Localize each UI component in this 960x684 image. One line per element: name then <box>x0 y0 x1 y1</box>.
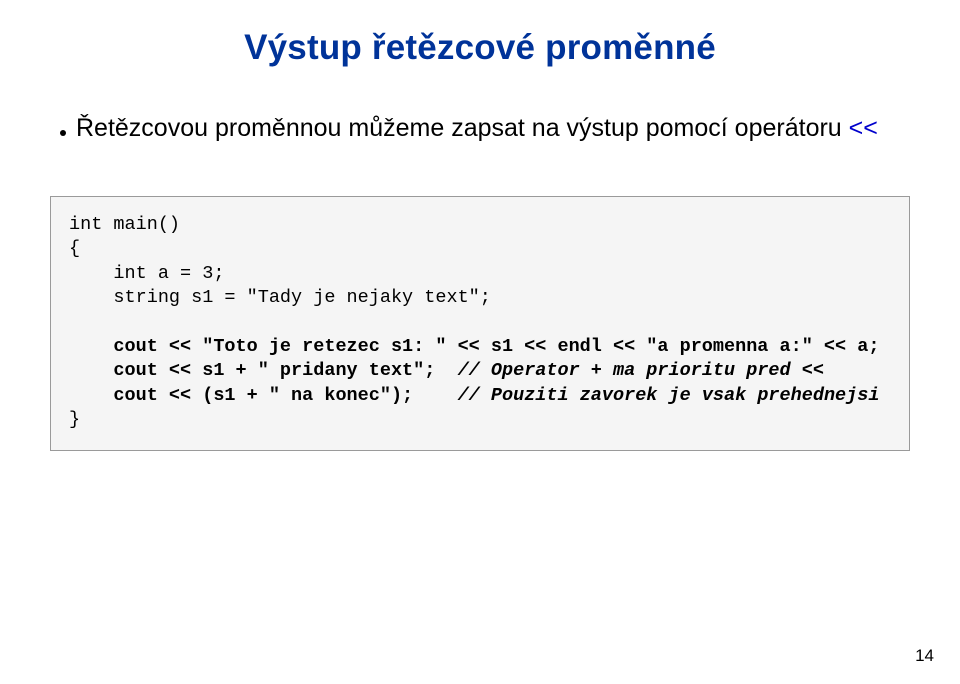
bullet-text-before: Řetězcovou proměnnou můžeme zapsat na vý… <box>76 114 849 142</box>
code-line: string s1 = "Tady je nejaky text"; <box>69 287 491 308</box>
bullet-item: Řetězcovou proměnnou můžeme zapsat na vý… <box>60 112 910 146</box>
code-line-bold: cout << s1 + " pridany text"; <box>69 360 458 381</box>
page-number: 14 <box>915 646 934 666</box>
page-title: Výstup řetězcové proměnné <box>50 28 910 68</box>
code-comment: // Operator + ma prioritu pred << <box>458 360 824 381</box>
code-line: { <box>69 238 80 259</box>
code-line-bold: cout << "Toto je retezec s1: " << s1 << … <box>69 336 879 357</box>
bullet-text: Řetězcovou proměnnou můžeme zapsat na vý… <box>76 112 878 146</box>
bullet-dot-icon <box>60 130 66 136</box>
code-line-bold: cout << (s1 + " na konec"); <box>69 385 458 406</box>
code-line: } <box>69 409 80 430</box>
slide-page: Výstup řetězcové proměnné Řetězcovou pro… <box>0 0 960 451</box>
code-comment: // Pouziti zavorek je vsak prehednejsi <box>458 385 880 406</box>
code-line: int a = 3; <box>69 263 224 284</box>
code-block: int main() { int a = 3; string s1 = "Tad… <box>50 196 910 452</box>
operator-literal: << <box>849 114 878 142</box>
code-line: int main() <box>69 214 180 235</box>
